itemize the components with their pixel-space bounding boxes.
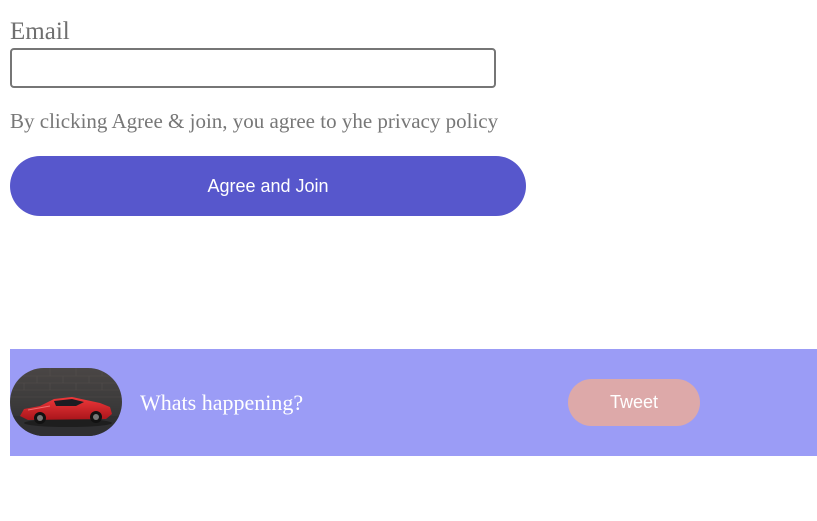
agree-and-join-label: Agree and Join bbox=[207, 175, 329, 196]
privacy-policy-text: By clicking Agree & join, you agree to y… bbox=[10, 109, 499, 133]
tweet-button[interactable]: Tweet bbox=[568, 379, 700, 426]
tweet-button-label: Tweet bbox=[609, 392, 659, 412]
avatar bbox=[10, 368, 122, 436]
email-field[interactable] bbox=[10, 48, 496, 88]
tweet-prompt[interactable]: Whats happening? bbox=[140, 389, 303, 417]
agree-and-join-button[interactable]: Agree and Join bbox=[10, 156, 526, 216]
car-photo-image bbox=[10, 368, 122, 436]
tweet-composer: Whats happening? Tweet bbox=[10, 349, 817, 456]
email-label: Email bbox=[10, 18, 70, 45]
